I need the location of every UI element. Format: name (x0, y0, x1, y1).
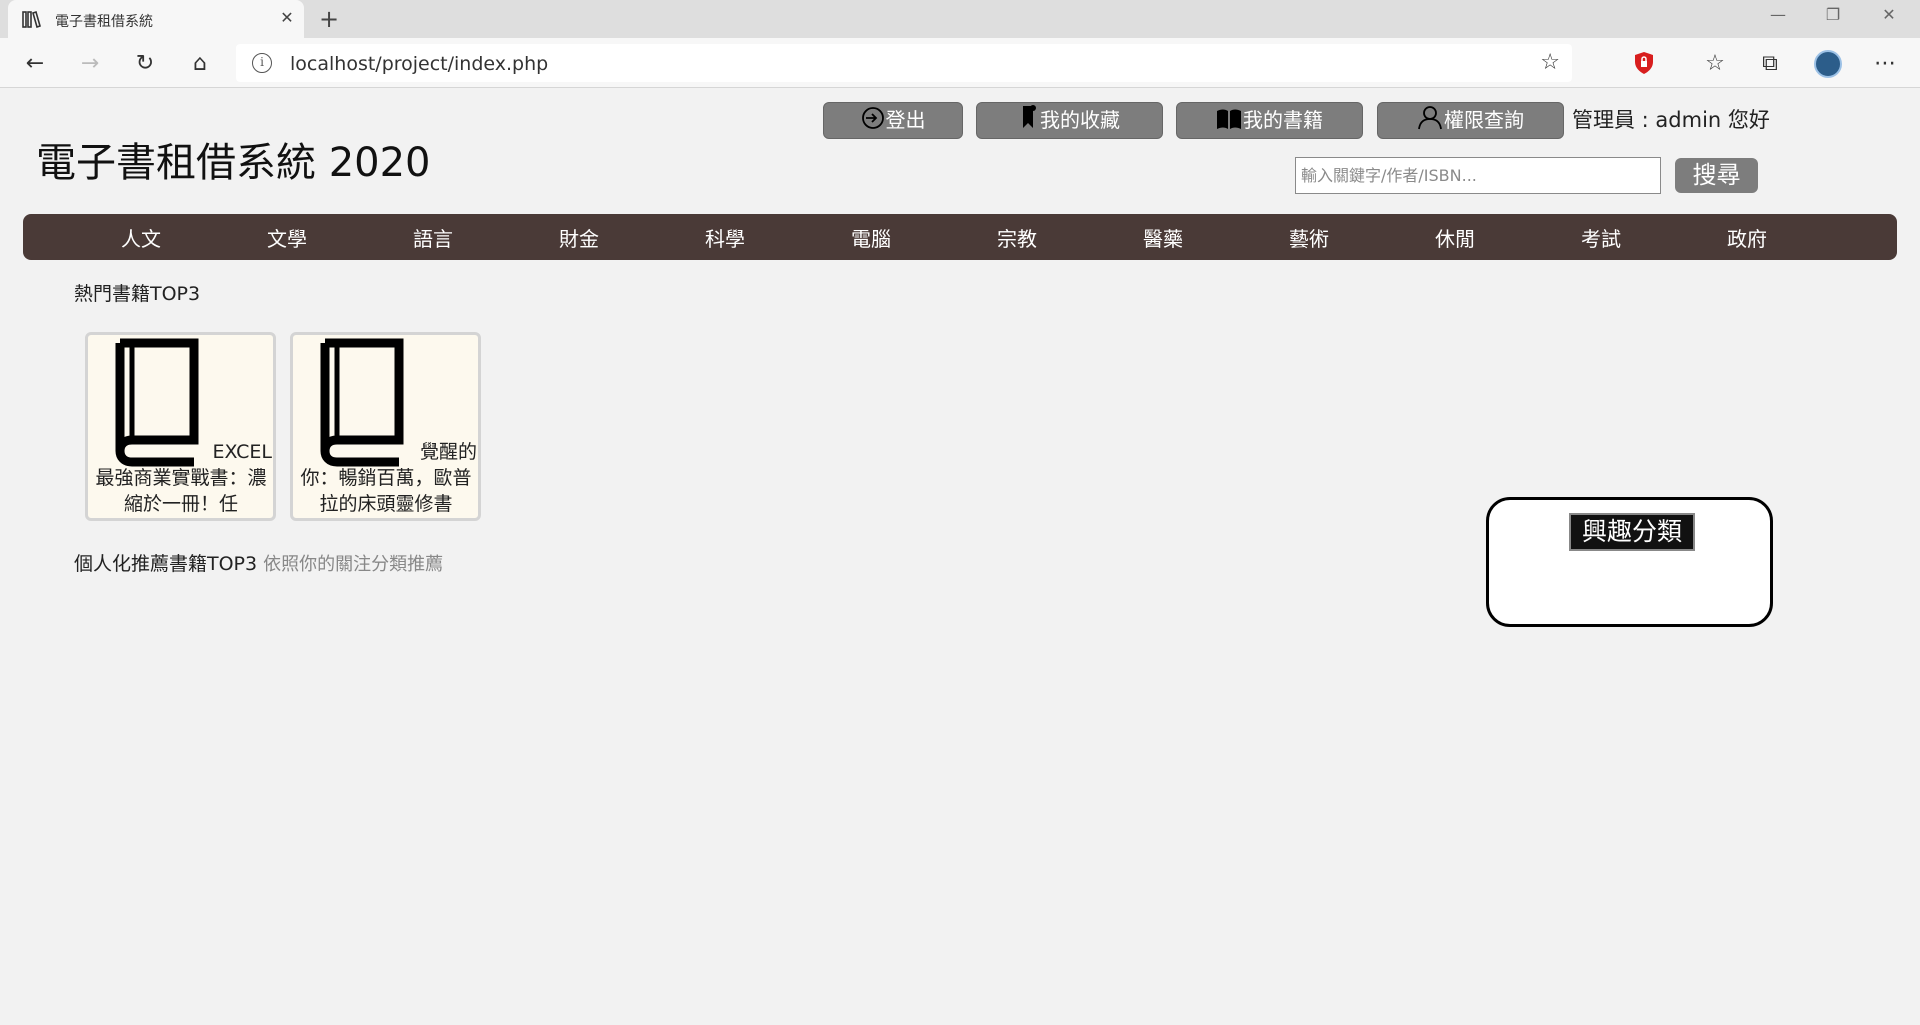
address-bar[interactable]: i localhost/project/index.php ☆ (236, 44, 1572, 82)
info-icon[interactable]: i (252, 53, 272, 73)
collections-icon[interactable]: ⧉ (1755, 50, 1785, 78)
recommend-title: 個人化推薦書籍TOP3 (74, 553, 258, 575)
book-title-line1: EXCEL (212, 441, 273, 463)
site-title: 電子書租借系統 2020 (36, 140, 431, 186)
interest-category-panel: 興趣分類 (1486, 497, 1773, 627)
back-icon[interactable]: ← (20, 50, 50, 78)
category-medicine[interactable]: 醫藥 (1090, 214, 1236, 260)
category-nav: 人文 文學 語言 財金 科學 電腦 宗教 醫藥 藝術 休閒 考試 政府 (23, 214, 1897, 260)
category-government[interactable]: 政府 (1674, 214, 1820, 260)
book-title-rest: 你：暢銷百萬，歐普拉的床頭靈修書 (300, 467, 472, 515)
close-icon[interactable]: ✕ (278, 9, 296, 27)
favorites-button[interactable]: 我的收藏 (976, 102, 1163, 139)
logout-button[interactable]: 登出 (823, 102, 963, 139)
window-close-icon[interactable]: ✕ (1876, 4, 1902, 26)
book-title: EXCEL 最強商業實戰書：濃縮於一冊！任 (90, 439, 272, 517)
favorites-label: 我的收藏 (1040, 108, 1120, 132)
favorites-icon[interactable]: ☆ (1700, 50, 1730, 78)
book-title: 覺醒的 你：暢銷百萬，歐普拉的床頭靈修書 (295, 439, 477, 517)
category-science[interactable]: 科學 (652, 214, 798, 260)
logout-icon (861, 107, 884, 129)
more-icon[interactable]: ⋯ (1870, 50, 1900, 78)
category-humanities[interactable]: 人文 (68, 214, 214, 260)
recommend-subtitle: 依照你的關注分類推薦 (263, 554, 444, 575)
book-title-line1: 覺醒的 (419, 441, 477, 463)
bookmark-icon (1023, 105, 1036, 128)
category-literature[interactable]: 文學 (214, 214, 360, 260)
permission-query-button[interactable]: 權限查詢 (1377, 102, 1564, 139)
category-religion[interactable]: 宗教 (944, 214, 1090, 260)
category-leisure[interactable]: 休閒 (1382, 214, 1528, 260)
book-card[interactable]: EXCEL 最強商業實戰書：濃縮於一冊！任 (85, 332, 276, 521)
library-icon (22, 10, 41, 28)
category-finance[interactable]: 財金 (506, 214, 652, 260)
search-button[interactable]: 搜尋 (1675, 158, 1758, 193)
book-card[interactable]: 覺醒的 你：暢銷百萬，歐普拉的床頭靈修書 (290, 332, 481, 521)
minimize-icon[interactable]: — (1765, 4, 1791, 26)
user-icon (1418, 106, 1442, 130)
logout-label: 登出 (885, 108, 926, 132)
popular-heading: 熱門書籍TOP3 (74, 283, 201, 305)
book-title-rest: 最強商業實戰書：濃縮於一冊！任 (95, 467, 267, 515)
admin-greeting: 管理員 : admin 您好 (1572, 108, 1770, 132)
profile-icon[interactable] (1814, 50, 1842, 78)
interest-category-title: 興趣分類 (1569, 513, 1695, 551)
my-books-button[interactable]: 我的書籍 (1176, 102, 1363, 139)
restore-icon[interactable]: ❐ (1820, 4, 1846, 26)
category-exam[interactable]: 考試 (1528, 214, 1674, 260)
browser-toolbar: ← → ↻ ⌂ i localhost/project/index.php ☆ … (0, 38, 1920, 88)
shield-icon[interactable] (1633, 51, 1655, 75)
browser-tab[interactable]: 電子書租借系統 ✕ (8, 0, 304, 38)
search-input[interactable] (1295, 157, 1661, 194)
browser-tab-bar: 電子書租借系統 ✕ + — ❐ ✕ (0, 0, 1920, 38)
star-icon[interactable]: ☆ (1540, 50, 1560, 75)
url-text[interactable]: localhost/project/index.php (290, 53, 548, 75)
category-art[interactable]: 藝術 (1236, 214, 1382, 260)
refresh-icon[interactable]: ↻ (130, 50, 160, 78)
category-computer[interactable]: 電腦 (798, 214, 944, 260)
plus-icon[interactable]: + (316, 6, 342, 32)
open-book-icon (1217, 109, 1241, 129)
tab-title: 電子書租借系統 (55, 14, 153, 30)
my-books-label: 我的書籍 (1243, 108, 1323, 132)
permission-label: 權限查詢 (1444, 108, 1524, 132)
category-language[interactable]: 語言 (360, 214, 506, 260)
recommend-heading: 個人化推薦書籍TOP3 依照你的關注分類推薦 (74, 549, 443, 576)
forward-icon[interactable]: → (75, 50, 105, 78)
home-icon[interactable]: ⌂ (185, 50, 215, 78)
